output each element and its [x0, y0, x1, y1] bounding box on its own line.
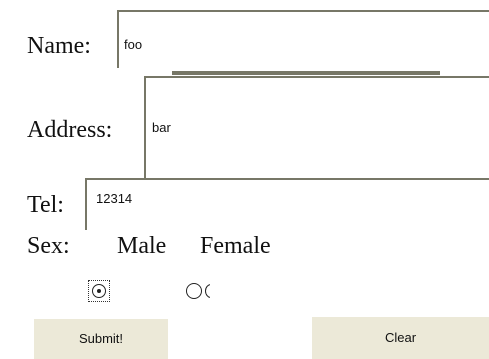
address-input-top-border [172, 71, 440, 75]
female-label: Female [200, 233, 271, 259]
name-input[interactable] [117, 10, 489, 68]
address-input[interactable] [144, 76, 489, 178]
sex-label: Sex: [27, 233, 70, 259]
extra-radio-partial[interactable] [205, 284, 210, 298]
submit-button[interactable]: Submit! [34, 319, 168, 359]
male-radio[interactable] [88, 280, 110, 302]
tel-input[interactable] [85, 178, 489, 230]
female-radio[interactable] [186, 283, 202, 299]
clear-button[interactable]: Clear [312, 317, 489, 359]
name-label: Name: [27, 33, 91, 59]
male-label: Male [117, 233, 167, 259]
male-radio-circle [92, 284, 106, 298]
tel-label: Tel: [27, 192, 64, 218]
male-radio-selected-dot [97, 289, 101, 293]
address-input-value: bar [152, 120, 171, 135]
address-label: Address: [27, 117, 113, 143]
name-input-value: foo [124, 37, 143, 52]
tel-input-value: 12314 [96, 191, 133, 206]
form-page: Name: foo Address: bar Tel: 12314 Sex: M… [0, 0, 489, 359]
